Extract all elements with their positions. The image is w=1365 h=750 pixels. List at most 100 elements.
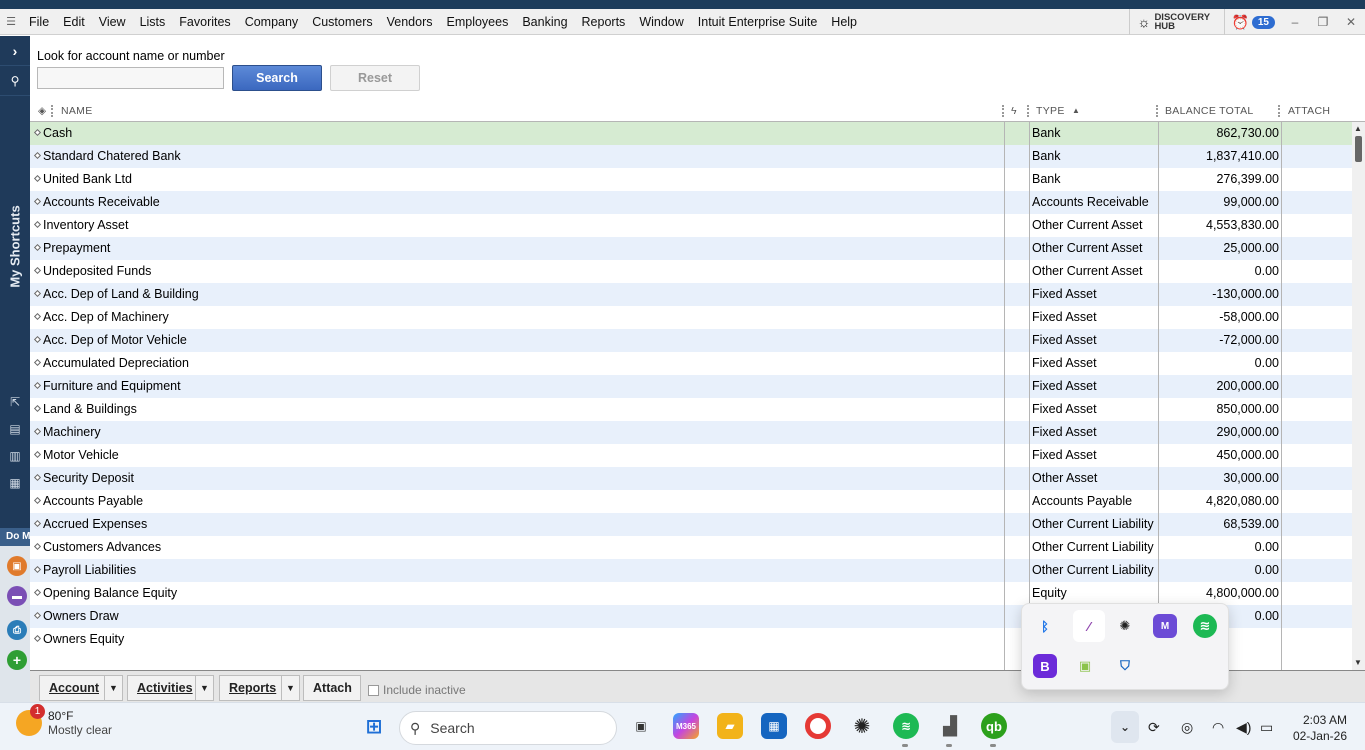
menu-edit[interactable]: Edit — [56, 15, 92, 29]
table-row[interactable]: Cash Bank 862,730.00 — [30, 122, 1352, 145]
pen-icon[interactable]: ⁄ — [1073, 610, 1105, 642]
expand-sidebar-button[interactable]: › — [0, 36, 30, 66]
quickbooks-icon[interactable]: qb — [981, 713, 1007, 739]
table-row[interactable]: Land & Buildings Fixed Asset 850,000.00 — [30, 398, 1352, 421]
search-button[interactable]: Search — [232, 65, 322, 91]
reports-menu-button[interactable]: Reports ▼ — [219, 675, 300, 701]
menu-file[interactable]: File — [22, 15, 56, 29]
clock[interactable]: 2:03 AM 02-Jan-26 — [1293, 712, 1347, 744]
table-row[interactable]: Undeposited Funds Other Current Asset 0.00 — [30, 260, 1352, 283]
table-row[interactable]: Motor Vehicle Fixed Asset 450,000.00 — [30, 444, 1352, 467]
account-menu-button[interactable]: Account ▼ — [39, 675, 123, 701]
menu-company[interactable]: Company — [238, 15, 306, 29]
list-icon[interactable]: ▤ — [0, 417, 30, 441]
printer-icon[interactable]: ⎙ — [7, 620, 27, 640]
card-icon[interactable]: ▬ — [7, 586, 27, 606]
windows-start-icon[interactable]: ⊞ — [361, 713, 387, 739]
lightning-icon[interactable]: ϟ — [1011, 100, 1017, 122]
search-input[interactable] — [37, 67, 224, 89]
m365-copilot-icon[interactable]: M365 — [673, 713, 699, 739]
open-window-icon[interactable]: ⇱ — [0, 390, 30, 414]
column-header-type[interactable]: TYPE — [1036, 100, 1065, 122]
minimize-icon[interactable]: – — [1281, 15, 1309, 29]
speaker-icon[interactable]: ◀) — [1236, 719, 1251, 736]
scroll-thumb[interactable] — [1355, 136, 1362, 162]
table-row[interactable]: Customers Advances Other Current Liabilit… — [30, 536, 1352, 559]
table-row[interactable]: Accounts Payable Accounts Payable 4,820,08… — [30, 490, 1352, 513]
spotify-icon[interactable]: ≋ — [893, 713, 919, 739]
defender-warning-icon[interactable]: ⛉ — [1113, 654, 1137, 678]
menu-lists[interactable]: Lists — [133, 15, 173, 29]
table-row[interactable]: Furniture and Equipment Fixed Asset 200,00… — [30, 375, 1352, 398]
column-header-name[interactable]: NAME — [61, 100, 93, 122]
menu-window[interactable]: Window — [632, 15, 690, 29]
table-row[interactable]: Prepayment Other Current Asset 25,000.00 — [30, 237, 1352, 260]
payroll-icon[interactable]: ▣ — [7, 556, 27, 576]
table-row[interactable]: Acc. Dep of Machinery Fixed Asset -58,000.… — [30, 306, 1352, 329]
table-row[interactable]: Acc. Dep of Land & Building Fixed Asset -1… — [30, 283, 1352, 306]
my-shortcuts-tab[interactable]: My Shortcuts — [0, 186, 30, 306]
sidebar-search-button[interactable]: ⚲ — [0, 66, 30, 96]
taskbar-search-box[interactable]: ⚲ Search — [399, 711, 617, 745]
column-options-icon[interactable]: ◈ — [38, 100, 46, 122]
menu-help[interactable]: Help — [824, 15, 864, 29]
scroll-up-icon[interactable]: ▲ — [1354, 124, 1362, 133]
weather-widget[interactable]: 1 80°F Mostly clear — [16, 704, 112, 737]
table-row[interactable]: Machinery Fixed Asset 290,000.00 — [30, 421, 1352, 444]
folder-sync-icon[interactable]: ▣ — [1073, 654, 1097, 678]
chatgpt-icon[interactable]: ✺ — [849, 713, 875, 739]
reset-button[interactable]: Reset — [330, 65, 420, 91]
table-row[interactable]: Accounts Receivable Accounts Receivable 99… — [30, 191, 1352, 214]
do-more-label[interactable]: Do More — [0, 528, 30, 546]
table-row[interactable]: Accrued Expenses Other Current Liability 6… — [30, 513, 1352, 536]
table-row[interactable]: Opening Balance Equity Equity 4,800,000.00 — [30, 582, 1352, 605]
menu-vendors[interactable]: Vendors — [380, 15, 440, 29]
add-icon[interactable]: + — [7, 650, 27, 670]
scroll-down-icon[interactable]: ▼ — [1354, 658, 1362, 667]
menu-favorites[interactable]: Favorites — [172, 15, 237, 29]
menu-customers[interactable]: Customers — [305, 15, 379, 29]
vertical-scrollbar[interactable]: ▲ ▼ — [1352, 122, 1365, 670]
chrome-icon[interactable] — [805, 713, 831, 739]
column-header-balance[interactable]: BALANCE TOTAL — [1165, 100, 1254, 122]
file-explorer-icon[interactable]: ▰ — [717, 713, 743, 739]
spotify-icon[interactable]: ≋ — [1193, 614, 1217, 638]
checkbox-box[interactable] — [368, 684, 379, 696]
table-row[interactable]: Acc. Dep of Motor Vehicle Fixed Asset -72,… — [30, 329, 1352, 352]
store-icon[interactable]: ▦ — [761, 713, 787, 739]
table-row[interactable]: Inventory Asset Other Current Asset 4,553,… — [30, 214, 1352, 237]
alerts-button[interactable]: ⏰ 15 — [1225, 14, 1281, 31]
battery-icon[interactable]: ▭ — [1260, 719, 1273, 736]
restore-icon[interactable]: ❐ — [1309, 15, 1337, 29]
chevron-down-icon[interactable]: ▼ — [104, 676, 122, 700]
menu-view[interactable]: View — [92, 15, 133, 29]
task-view-icon[interactable]: ▣ — [628, 713, 654, 739]
table-row[interactable]: Security Deposit Other Asset 30,000.00 — [30, 467, 1352, 490]
menu-employees[interactable]: Employees — [440, 15, 516, 29]
column-header-attach[interactable]: ATTACH — [1288, 100, 1330, 122]
menu-reports[interactable]: Reports — [575, 15, 633, 29]
chevron-down-icon[interactable]: ▼ — [195, 676, 213, 700]
document-icon[interactable]: ▦ — [0, 471, 30, 495]
bluetooth-icon[interactable]: ᛒ — [1033, 614, 1057, 638]
table-row[interactable]: Accumulated Depreciation Fixed Asset 0.00 — [30, 352, 1352, 375]
attach-button[interactable]: Attach — [303, 675, 361, 701]
include-inactive-checkbox[interactable]: Include inactive — [368, 683, 466, 697]
menu-intuit-enterprise-suite[interactable]: Intuit Enterprise Suite — [691, 15, 825, 29]
chevron-up-icon[interactable]: ⌄ — [1111, 711, 1139, 743]
sync-icon[interactable]: ⟳ — [1148, 719, 1160, 736]
m365-icon[interactable]: M — [1153, 614, 1177, 638]
activities-menu-button[interactable]: Activities ▼ — [127, 675, 214, 701]
close-icon[interactable]: ✕ — [1337, 15, 1365, 29]
bootstrap-icon[interactable]: B — [1033, 654, 1057, 678]
chatgpt-icon[interactable]: ✺ — [1113, 614, 1137, 638]
app-icon[interactable]: ▟ — [937, 713, 963, 739]
table-row[interactable]: Payroll Liabilities Other Current Liabili… — [30, 559, 1352, 582]
system-menu-icon[interactable]: ☰ — [0, 15, 22, 28]
menu-banking[interactable]: Banking — [515, 15, 574, 29]
table-row[interactable]: Standard Chatered Bank Bank 1,837,410.00 — [30, 145, 1352, 168]
globe-icon[interactable]: ◎ — [1181, 719, 1193, 736]
table-row[interactable]: United Bank Ltd Bank 276,399.00 — [30, 168, 1352, 191]
chart-icon[interactable]: ▥ — [0, 444, 30, 468]
discovery-hub-button[interactable]: ☼ DISCOVERY HUB — [1128, 9, 1226, 35]
